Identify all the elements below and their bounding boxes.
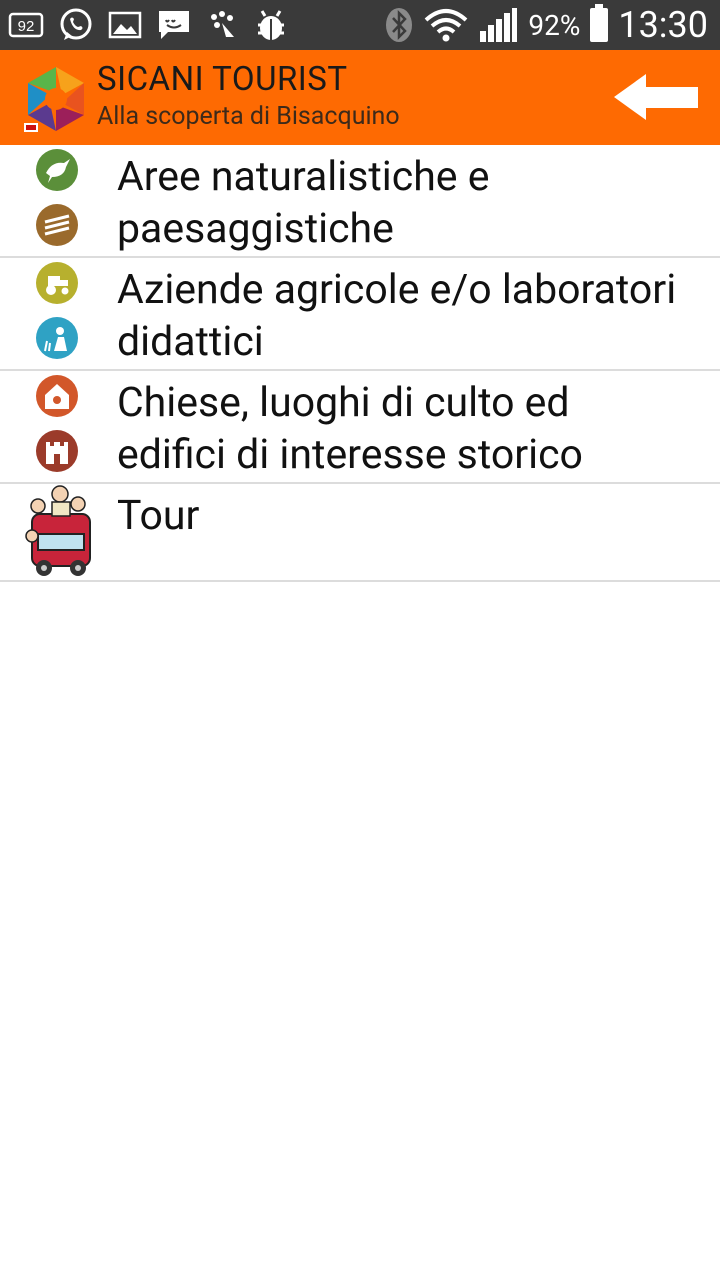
sms-icon: [156, 8, 192, 42]
debug-icon: [254, 7, 288, 43]
whatsapp-icon: [58, 7, 94, 43]
category-list: Aree naturalistiche e paesaggistiche Azi…: [0, 145, 720, 582]
list-item-chiese[interactable]: Chiese, luoghi di culto ed edifici di in…: [0, 371, 720, 484]
back-button[interactable]: [612, 72, 702, 122]
church-icon: [36, 375, 78, 417]
list-item-aree-naturalistiche[interactable]: Aree naturalistiche e paesaggistiche: [0, 145, 720, 258]
app-bar: SICANI TOURIST Alla scoperta di Bisacqui…: [0, 50, 720, 145]
category-label: Chiese, luoghi di culto ed edifici di in…: [117, 379, 583, 479]
list-item-aziende-agricole[interactable]: Aziende agricole e/o laboratori didattic…: [0, 258, 720, 371]
notification-badge-icon: 92: [8, 10, 44, 40]
battery-icon: [590, 4, 609, 42]
app-logo-icon: [22, 65, 90, 133]
category-label: Tour: [117, 492, 200, 540]
clock-time: 13:30: [618, 4, 708, 46]
tractor-icon: [36, 262, 78, 304]
tour-bus-icon: [20, 484, 96, 578]
list-item-tour[interactable]: Tour: [0, 484, 720, 582]
svg-text:92: 92: [18, 18, 35, 35]
category-label: Aziende agricole e/o laboratori didattic…: [117, 266, 677, 366]
bird-icon: [36, 149, 78, 191]
castle-icon: [36, 430, 78, 472]
category-label: Aree naturalistiche e paesaggistiche: [117, 153, 490, 253]
signal-icon: [478, 7, 518, 43]
status-bar: 92 92% 13:30: [0, 0, 720, 50]
gallery-icon: [108, 10, 142, 40]
back-arrow-icon: [614, 74, 698, 120]
sparkle-icon: [206, 8, 240, 42]
bluetooth-icon: [384, 6, 414, 44]
wifi-icon: [424, 8, 468, 42]
farm-worker-icon: [36, 317, 78, 359]
app-title: SICANI TOURIST: [97, 60, 348, 99]
app-subtitle: Alla scoperta di Bisacquino: [97, 102, 400, 131]
battery-percent: 92%: [528, 8, 581, 42]
landscape-icon: [36, 204, 78, 246]
